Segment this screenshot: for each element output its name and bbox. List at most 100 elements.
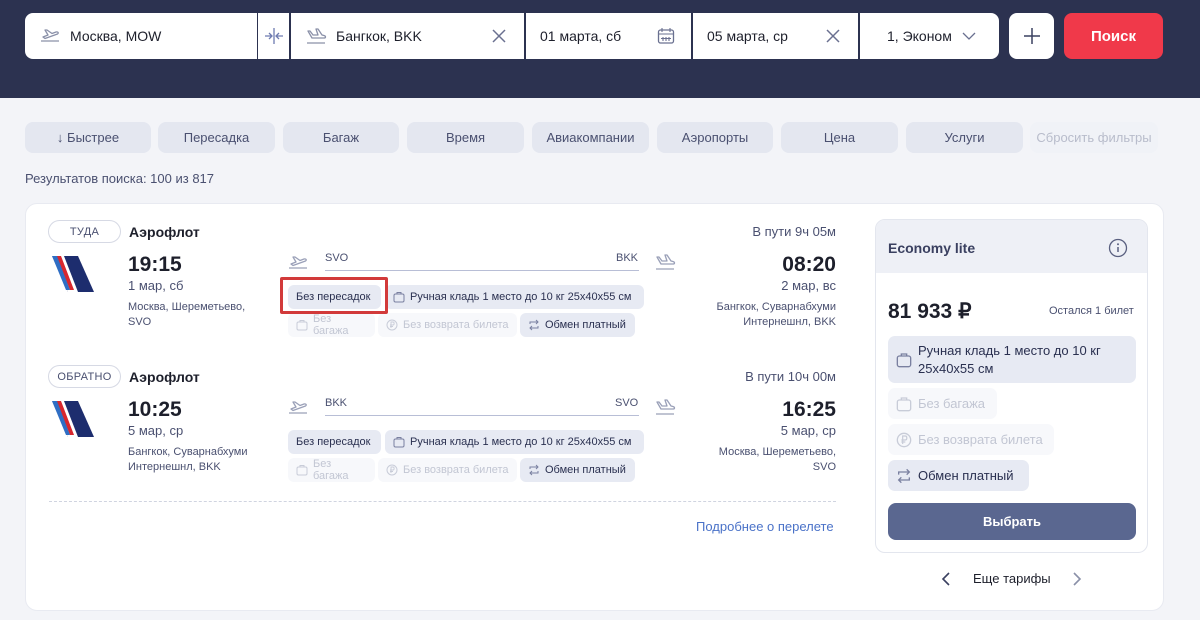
fare-no-baggage-label: Без багажа: [918, 396, 986, 411]
inbound-duration: В пути 10ч 00м: [745, 369, 836, 384]
results-count: Результатов поиска: 100 из 817: [25, 171, 215, 186]
inbound-arr-time: 16:25: [782, 398, 836, 421]
divider: [49, 501, 836, 502]
landing-icon: [305, 25, 327, 47]
inbound-exchange-label: Обмен платный: [545, 464, 626, 476]
passengers-select[interactable]: 1, Эконом: [860, 13, 999, 59]
fare-title: Economy lite: [888, 240, 976, 256]
origin-value: Москва, MOW: [70, 28, 162, 44]
inbound-dep-date: 5 мар, ср: [128, 423, 184, 438]
inbound-dep-place: Бангкок, Суварнабхуми Интернешнл, BKK: [128, 445, 248, 475]
fare-carry-on-tag: Ручная кладь 1 место до 10 кг 25x40x55 с…: [888, 336, 1136, 383]
filter-transfer[interactable]: Пересадка: [158, 122, 275, 153]
direct-flight-highlight: [280, 277, 388, 314]
outbound-from-iata: SVO: [325, 252, 349, 264]
chevron-left-icon[interactable]: [940, 571, 954, 587]
clear-return-icon[interactable]: [822, 25, 844, 47]
outbound-to-iata: BKK: [616, 252, 639, 264]
outbound-exchange-label: Обмен платный: [545, 319, 626, 331]
chevron-down-icon: [958, 25, 980, 47]
reset-filters-button[interactable]: Сбросить фильтры: [1030, 122, 1158, 153]
plus-icon: [1023, 28, 1040, 44]
outbound-no-baggage-tag: Без багажа: [288, 313, 375, 337]
outbound-arr-place-line1: Бангкок, Суварнабхуми: [716, 301, 836, 313]
exchange-icon: [529, 464, 539, 476]
chevron-right-icon[interactable]: [1069, 571, 1083, 587]
baggage-icon: [296, 320, 308, 331]
inbound-from-iata: BKK: [325, 397, 348, 409]
add-segment-button[interactable]: [1009, 13, 1054, 59]
inbound-arr-place: Москва, Шереметьево, SVO: [686, 445, 836, 475]
fare-exchange-label: Обмен платный: [918, 468, 1014, 483]
clear-destination-icon[interactable]: [488, 25, 510, 47]
fare-carry-on-label: Ручная кладь 1 место до 10 кг 25x40x55 с…: [918, 342, 1101, 378]
search-button[interactable]: Поиск: [1064, 13, 1163, 59]
flight-details-link[interactable]: Подробнее о перелете: [696, 519, 834, 534]
takeoff-icon: [39, 25, 61, 47]
inbound-arr-place-line2: SVO: [812, 461, 836, 473]
filter-airlines[interactable]: Авиакомпании: [532, 122, 649, 153]
outbound-route-line: [325, 270, 639, 271]
outbound-airline: Аэрофлот: [129, 224, 200, 240]
fare-no-refund-label: Без возврата билета: [918, 432, 1043, 447]
outbound-dep-place-line1: Москва, Шереметьево,: [128, 301, 246, 313]
destination-field[interactable]: Бангкок, BKK: [291, 13, 524, 59]
inbound-to-iata: SVO: [615, 397, 639, 409]
outbound-arr-date: 2 мар, вс: [781, 278, 836, 293]
outbound-arr-place-line2: Интернешнл, BKK: [743, 316, 836, 328]
fare-exchange-tag: Обмен платный: [888, 460, 1029, 491]
inbound-no-refund-tag: Без возврата билета: [378, 458, 517, 482]
exchange-icon: [897, 468, 911, 483]
inbound-airline: Аэрофлот: [129, 369, 200, 385]
tickets-left: Остался 1 билет: [1049, 305, 1134, 317]
outbound-dep-place: Москва, Шереметьево, SVO: [128, 300, 245, 330]
outbound-no-refund-label: Без возврата билета: [403, 319, 509, 331]
fare-no-baggage-tag: Без багажа: [888, 388, 997, 419]
outbound-arr-place: Бангкок, Суварнабхуми Интернешнл, BKK: [686, 300, 836, 330]
inbound-dep-time: 10:25: [128, 398, 182, 421]
fare-carry-on-line1: Ручная кладь 1 место до 10 кг: [918, 342, 1101, 358]
info-icon[interactable]: [1108, 238, 1128, 258]
inbound-direct-tag: Без пересадок: [288, 430, 381, 454]
outbound-exchange-tag: Обмен платный: [520, 313, 635, 337]
filter-price[interactable]: Цена: [781, 122, 898, 153]
landing-icon: [656, 399, 676, 415]
filter-baggage[interactable]: Багаж: [283, 122, 399, 153]
depart-date-field[interactable]: 01 марта, сб: [526, 13, 691, 59]
outbound-dep-time: 19:15: [128, 253, 182, 276]
fare-no-refund-tag: Без возврата билета: [888, 424, 1054, 455]
outbound-no-refund-tag: Без возврата билета: [378, 313, 517, 337]
calendar-icon[interactable]: [655, 25, 677, 47]
takeoff-icon: [289, 256, 307, 269]
filter-fastest[interactable]: ↓ Быстрее: [25, 122, 151, 153]
outbound-no-baggage-label: Без багажа: [313, 313, 349, 337]
destination-value: Бангкок, BKK: [336, 28, 422, 44]
ruble-icon: [386, 464, 398, 476]
origin-field[interactable]: Москва, MOW: [25, 13, 257, 59]
inbound-carry-on-tag: Ручная кладь 1 место до 10 кг 25x40x55 с…: [385, 430, 644, 454]
suitcase-icon: [393, 292, 405, 303]
inbound-arr-place-line1: Москва, Шереметьево,: [718, 446, 836, 458]
filter-services[interactable]: Услуги: [906, 122, 1023, 153]
select-fare-button[interactable]: Выбрать: [888, 503, 1136, 540]
filter-airports[interactable]: Аэропорты: [657, 122, 773, 153]
inbound-route-line: [325, 415, 639, 416]
outbound-dep-place-line2: SVO: [128, 316, 152, 328]
fare-carry-on-line2: 25x40x55 см: [918, 360, 994, 376]
suitcase-icon: [896, 352, 912, 367]
inbound-no-refund-label: Без возврата билета: [403, 464, 509, 476]
inbound-carry-on-label: Ручная кладь 1 место до 10 кг 25x40x55 с…: [410, 436, 632, 448]
landing-icon: [656, 254, 676, 270]
outbound-badge: ТУДА: [48, 220, 121, 243]
filter-time[interactable]: Время: [407, 122, 524, 153]
aeroflot-logo: [52, 256, 94, 292]
exchange-icon: [529, 319, 539, 331]
outbound-arr-time: 08:20: [782, 253, 836, 276]
return-date-field[interactable]: 05 марта, ср: [693, 13, 858, 59]
inbound-badge: ОБРАТНО: [48, 365, 121, 388]
passengers-value: 1, Эконом: [887, 28, 952, 44]
swap-button[interactable]: [258, 13, 289, 59]
fare-panel: Economy lite 81 933 ₽ Остался 1 билет Ру…: [875, 219, 1148, 553]
return-date-value: 05 марта, ср: [707, 28, 788, 44]
outbound-duration: В пути 9ч 05м: [752, 224, 836, 239]
